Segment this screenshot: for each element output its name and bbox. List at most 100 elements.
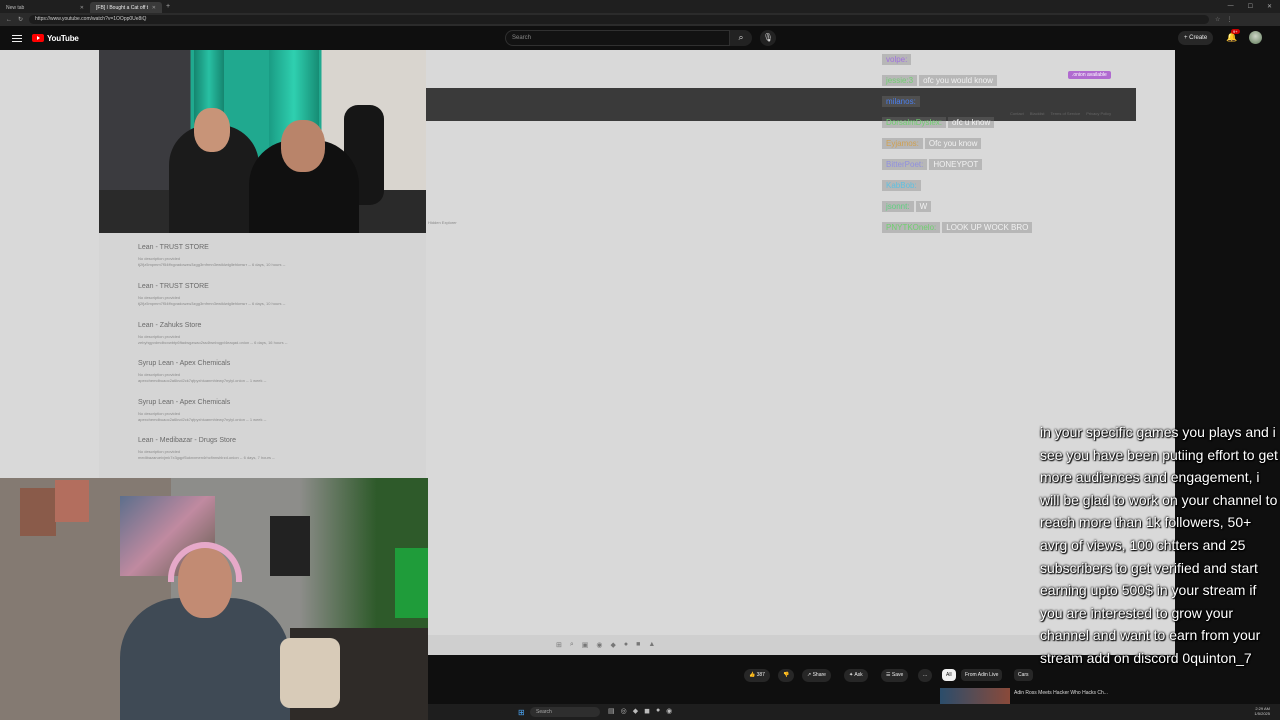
chat-username: DorsalmDyslex: bbox=[882, 117, 947, 128]
recommended-thumbnail[interactable] bbox=[940, 688, 1010, 704]
share-button[interactable]: ↗ Share bbox=[802, 669, 831, 682]
window-controls: — ☐ ✕ bbox=[1228, 3, 1280, 10]
address-bar-row: ← ↻ https://www.youtube.com/watch?v=1OOp… bbox=[0, 13, 1280, 26]
chat-username: Eyjamos: bbox=[882, 138, 923, 149]
taskbar-search[interactable]: Search bbox=[530, 707, 600, 717]
recommended-title[interactable]: Adin Ross Meets Hacker Who Hacks Ch... bbox=[1014, 690, 1108, 696]
chip-from-channel[interactable]: From Adin Live bbox=[961, 669, 1003, 681]
result-url: apexchemdbuaoc2a6kvd2ck7qfpyxhiuanmhiewy… bbox=[138, 417, 267, 422]
chat-message: jsonnt: W bbox=[882, 201, 932, 212]
browser-tab-video[interactable]: [FB] I Bought a Cat off the D... ✕ bbox=[90, 2, 162, 13]
windows-start-icon: ⊞ bbox=[556, 642, 562, 649]
link-blacklist: Blacklist bbox=[1029, 111, 1045, 116]
result-url: medibazarueivjmk7x3gqpf5uknxmen4rhcfinns… bbox=[138, 455, 275, 460]
windows-taskbar: ⊞ Search ▤ ◎ ◆ ◼ ● ◉ 2:29 AM 1/5/2025 bbox=[428, 704, 1280, 720]
maximize-icon[interactable]: ☐ bbox=[1248, 3, 1253, 10]
ask-label: Ask bbox=[854, 672, 863, 678]
menu-icon[interactable]: ⋮ bbox=[1226, 16, 1232, 23]
search-icon[interactable]: ⌕ bbox=[730, 30, 752, 46]
notification-badge: 9+ bbox=[1231, 29, 1240, 34]
search-results-list: Lean - TRUST STORE No description provid… bbox=[99, 233, 426, 478]
like-button[interactable]: 👍 387 bbox=[744, 669, 770, 682]
app-icon[interactable]: ◆ bbox=[633, 707, 638, 715]
windows-start-icon[interactable]: ⊞ bbox=[518, 708, 525, 717]
site-footer-links: Contact Blacklist Terms of Service Priva… bbox=[1010, 111, 1111, 116]
chat-message: KabBob: bbox=[882, 180, 921, 191]
site-header-band bbox=[426, 88, 1136, 121]
dislike-button[interactable]: 👎 bbox=[778, 669, 795, 682]
share-label: Share bbox=[812, 672, 826, 678]
ask-button[interactable]: ✦ Ask bbox=[844, 669, 868, 682]
save-button[interactable]: ☰ Save bbox=[881, 669, 909, 682]
chat-message: volpe: bbox=[882, 54, 912, 65]
result-desc: No description provided bbox=[138, 449, 181, 454]
avatar[interactable] bbox=[1249, 31, 1262, 44]
site-side-label: Hidden Explorer bbox=[428, 220, 457, 225]
chat-username: volpe: bbox=[882, 54, 912, 65]
folder-icon: ▣ bbox=[581, 642, 589, 649]
chip-all[interactable]: All bbox=[942, 669, 956, 681]
url-field[interactable]: https://www.youtube.com/watch?v=1OOpp0Ue… bbox=[29, 15, 1210, 24]
result-desc: No description provided bbox=[138, 372, 181, 377]
youtube-logo[interactable]: YouTube bbox=[32, 34, 79, 43]
extension-icons: ☆ ⋮ bbox=[1215, 16, 1232, 23]
result-desc: No description provided bbox=[138, 295, 181, 300]
chrome-icon[interactable]: ◎ bbox=[621, 707, 627, 715]
chat-username: BitterPoet: bbox=[882, 159, 928, 170]
chat-message: jessie:3 ofc you would know bbox=[882, 75, 997, 86]
create-button[interactable]: + Create bbox=[1178, 31, 1214, 45]
new-tab-icon[interactable]: + bbox=[166, 3, 170, 10]
app-icon[interactable]: ◉ bbox=[666, 707, 672, 715]
logo-text: YouTube bbox=[47, 33, 79, 43]
chat-message: PNYTKOnelo: LOOK UP WOCK BRO bbox=[882, 222, 1033, 233]
result-url: apexchemdbuaoc2a6kvd2ck7qfpyxhiuanmhiewy… bbox=[138, 378, 267, 383]
list-item: Lean - Zahuks Store No description provi… bbox=[138, 322, 287, 345]
spotify-icon[interactable]: ● bbox=[656, 707, 660, 715]
result-desc: No description provided bbox=[138, 411, 181, 416]
minimize-icon[interactable]: — bbox=[1228, 3, 1234, 10]
more-actions-button[interactable]: ... bbox=[918, 669, 933, 682]
app-icon: ■ bbox=[636, 641, 641, 648]
youtube-header: YouTube Search ⌕ 🎙 + Create 🔔 9+ bbox=[0, 26, 1280, 50]
link-privacy: Privacy Policy bbox=[1086, 111, 1112, 116]
chat-username: KabBob: bbox=[882, 180, 921, 191]
create-label: Create bbox=[1189, 35, 1208, 41]
list-item: Syrup Lean - Apex Chemicals No descripti… bbox=[138, 399, 266, 422]
search-input[interactable]: Search bbox=[505, 30, 730, 46]
list-item: Lean - TRUST STORE No description provid… bbox=[138, 244, 285, 267]
taskbar-app-icons: ⊞ ⌕ ▣ ◉ ◆ ● ■ ▲ bbox=[556, 641, 655, 649]
system-clock[interactable]: 2:29 AM 1/5/2025 bbox=[1254, 706, 1270, 716]
chat-text: ofc u know bbox=[948, 117, 995, 128]
file-explorer-icon[interactable]: ▤ bbox=[608, 707, 615, 715]
close-icon[interactable]: ✕ bbox=[152, 5, 156, 11]
chat-username: milanos: bbox=[882, 96, 920, 107]
onion-available-badge: .onion available bbox=[1068, 71, 1111, 79]
star-icon[interactable]: ☆ bbox=[1215, 16, 1220, 23]
webcam-bottom bbox=[0, 478, 428, 720]
hamburger-menu-icon[interactable] bbox=[12, 34, 22, 42]
chat-text: Ofc you know bbox=[924, 138, 982, 149]
link-contact: Contact bbox=[1010, 111, 1024, 116]
close-icon[interactable]: ✕ bbox=[80, 5, 84, 11]
clock-date: 1/5/2025 bbox=[1254, 711, 1270, 716]
result-url: zebyhgyvdmdbcxwbtp6ftadwgzwao2ss4twnbqgv… bbox=[138, 340, 288, 345]
result-desc: No description provided bbox=[138, 334, 181, 339]
microphone-icon[interactable]: 🎙 bbox=[760, 30, 776, 46]
reload-icon[interactable]: ↻ bbox=[18, 16, 23, 23]
chat-message: DorsalmDyslex: ofc u know bbox=[882, 117, 995, 128]
chat-text: LOOK UP WOCK BRO bbox=[942, 222, 1033, 233]
chip-cars[interactable]: Cars bbox=[1014, 669, 1033, 681]
chat-text: ofc you would know bbox=[919, 75, 997, 86]
result-desc: No description provided bbox=[138, 256, 181, 261]
list-item: Lean - Medibazar - Drugs Store No descri… bbox=[138, 437, 275, 460]
result-url: tj2fjz5mpmm7f54ffxgvadowzw3zgg3rnfrmn3ew… bbox=[138, 262, 286, 267]
app-icon[interactable]: ◼ bbox=[644, 707, 650, 715]
back-icon[interactable]: ← bbox=[6, 17, 12, 23]
result-title: Lean - TRUST STORE bbox=[138, 244, 209, 251]
link-terms: Terms of Service bbox=[1050, 111, 1081, 116]
result-title: Syrup Lean - Apex Chemicals bbox=[138, 399, 231, 406]
close-window-icon[interactable]: ✕ bbox=[1267, 3, 1272, 10]
browser-tab-newtab[interactable]: New tab ✕ bbox=[0, 2, 90, 13]
chat-message: milanos: bbox=[882, 96, 920, 107]
overlay-message: in your specific games you plays and i s… bbox=[1040, 424, 1278, 666]
